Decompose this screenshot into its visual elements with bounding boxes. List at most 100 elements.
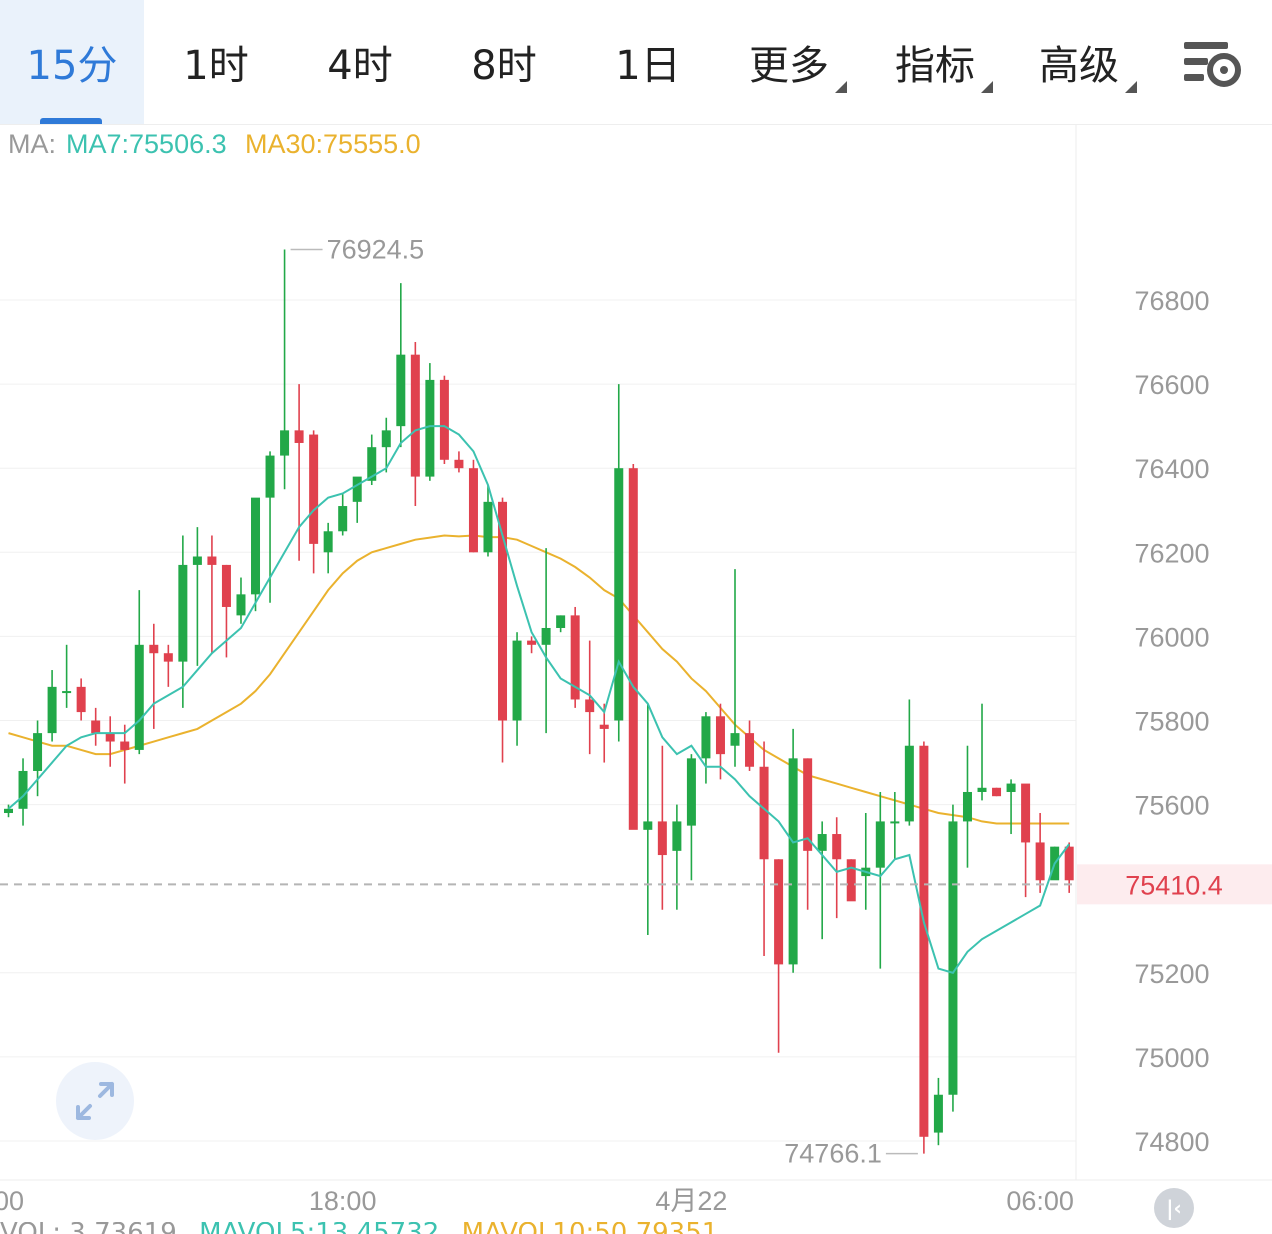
- candle-up: [323, 531, 333, 553]
- x-tick-label: 00: [0, 1186, 24, 1216]
- candle-up: [251, 497, 261, 595]
- candle-up: [396, 354, 406, 427]
- candle-down: [715, 716, 725, 755]
- annotations: 76924.5 74766.1: [290, 235, 918, 1169]
- candle-up: [236, 594, 246, 616]
- dropdown-triangle-icon: [835, 81, 847, 93]
- y-tick-label: 75000: [1134, 1043, 1209, 1073]
- candle-up: [178, 564, 188, 662]
- candle-up: [977, 787, 987, 792]
- candle-down: [774, 859, 784, 965]
- volume-legend: VOL: 3.73619 MAVOL5:13.45732 MAVOL10:50.…: [0, 1222, 1272, 1234]
- tab-indicators[interactable]: 指标: [874, 0, 1014, 124]
- candle-down: [1035, 842, 1045, 881]
- x-tick-label: 06:00: [1006, 1186, 1074, 1216]
- candle-down: [221, 564, 231, 607]
- dropdown-triangle-icon: [1125, 81, 1137, 93]
- candle-down: [585, 699, 595, 713]
- tab-label: 高级: [1039, 43, 1119, 89]
- candle-up: [962, 791, 972, 822]
- candle-down: [846, 859, 856, 902]
- candle-down: [657, 821, 667, 856]
- ma7-legend: MA7:75506.3: [66, 129, 227, 159]
- candle-up: [643, 821, 653, 830]
- candle-up: [1006, 783, 1016, 792]
- candle-up: [425, 379, 435, 477]
- candle-up: [701, 716, 711, 759]
- x-tick-label: 18:00: [309, 1186, 377, 1216]
- tab-label: 1时: [183, 43, 249, 89]
- tab-label: 8时: [471, 43, 537, 89]
- candle-down: [105, 733, 115, 742]
- tab-label: 指标: [895, 43, 975, 89]
- candle-up: [280, 430, 290, 456]
- candle-up: [556, 615, 566, 628]
- tab-1h[interactable]: 1时: [144, 0, 288, 124]
- candle-up: [788, 758, 798, 965]
- y-tick-label: 75200: [1134, 959, 1209, 989]
- tab-advanced[interactable]: 高级: [1018, 0, 1158, 124]
- chart-settings-icon: [1184, 42, 1241, 87]
- tab-15m[interactable]: 15分: [0, 0, 144, 124]
- ma30-legend: MA30:75555.0: [245, 129, 421, 159]
- candle-up: [62, 691, 72, 694]
- tab-more[interactable]: 更多: [728, 0, 868, 124]
- candle-up: [904, 745, 914, 822]
- low-price-label: 74766.1: [784, 1139, 882, 1169]
- candle-down: [628, 468, 638, 830]
- fullscreen-button[interactable]: [56, 1062, 134, 1140]
- y-tick-label: 76600: [1134, 370, 1209, 400]
- candle-down: [454, 459, 464, 469]
- candle-up: [672, 821, 682, 851]
- candle-up: [338, 506, 348, 532]
- vol-legend: VOL: 3.73619: [0, 1222, 177, 1234]
- y-tick-label: 76000: [1134, 622, 1209, 652]
- y-tick-label: 76200: [1134, 538, 1209, 568]
- expand-arrows-icon: [76, 1082, 114, 1120]
- candle-down: [759, 766, 769, 860]
- candle-down: [1064, 846, 1074, 881]
- candle-down: [919, 745, 929, 1137]
- chart-settings-button[interactable]: [1178, 36, 1248, 96]
- candle-down: [1021, 783, 1031, 843]
- y-tick-label: 76800: [1134, 286, 1209, 316]
- candle-up: [730, 733, 740, 746]
- candle-up: [875, 821, 885, 868]
- y-tick-label: 75600: [1134, 791, 1209, 821]
- y-tick-label: 74800: [1134, 1127, 1209, 1157]
- candle-up: [47, 686, 57, 734]
- candle-up: [686, 758, 696, 826]
- candle-down: [76, 686, 86, 713]
- candle-down: [91, 720, 101, 734]
- high-price-label: 76924.5: [327, 235, 425, 265]
- tab-1d[interactable]: 1日: [576, 0, 720, 124]
- candle-up: [134, 644, 144, 750]
- mavol5-legend: MAVOL5:13.45732: [199, 1222, 439, 1234]
- ma-legend-prefix: MA:: [8, 129, 56, 159]
- tab-label: 1日: [615, 43, 681, 89]
- tab-8h[interactable]: 8时: [432, 0, 576, 124]
- dropdown-triangle-icon: [981, 81, 993, 93]
- tab-4h[interactable]: 4时: [288, 0, 432, 124]
- tab-label: 4时: [327, 43, 393, 89]
- candle-up: [933, 1094, 943, 1133]
- candlestick-chart[interactable]: 76800 76600 76400 76200 76000 75800 75600 75200…: [0, 125, 1272, 1222]
- candle-up: [512, 640, 522, 721]
- candle-down: [468, 468, 478, 553]
- candle-up: [33, 733, 43, 771]
- candle-up: [483, 501, 493, 553]
- timeframe-tabbar: 15分 1时 4时 8时 1日 更多 指标 高级: [0, 0, 1272, 125]
- y-tick-label: 75800: [1134, 707, 1209, 737]
- candle-down: [294, 430, 304, 443]
- candles: [4, 249, 1074, 1154]
- mavol10-legend: MAVOL10:50.79351: [462, 1222, 719, 1234]
- x-axis-ticks: 00 18:00 4月22 06:00: [0, 1186, 1074, 1216]
- candle-down: [439, 379, 449, 460]
- candle-up: [381, 430, 391, 448]
- candle-down: [120, 741, 130, 750]
- candle-down: [599, 724, 609, 729]
- candle-up: [817, 834, 827, 851]
- candle-up: [948, 821, 958, 1095]
- candle-up: [192, 556, 202, 565]
- candle-down: [207, 556, 217, 565]
